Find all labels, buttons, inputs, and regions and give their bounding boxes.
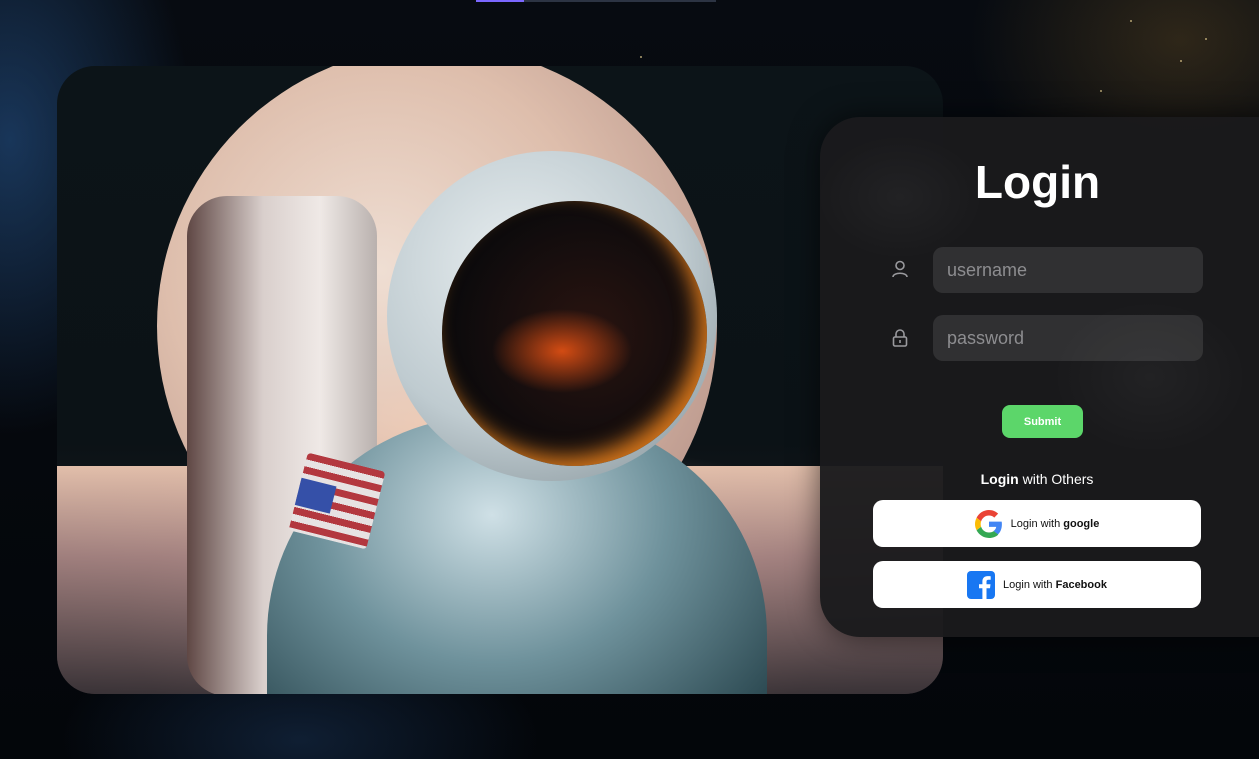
- google-login-provider: google: [1063, 517, 1100, 530]
- star: [640, 56, 642, 58]
- star: [1205, 38, 1207, 40]
- google-logo-icon: [974, 509, 1002, 538]
- google-login-label: Login with google: [1011, 518, 1100, 530]
- facebook-logo-icon: [967, 570, 996, 599]
- login-title: Login: [974, 156, 1101, 208]
- helmet-visor: [442, 201, 707, 466]
- login-with-others-label: Login with Others: [873, 471, 1201, 487]
- facebook-login-label: Login with Facebook: [1003, 579, 1107, 591]
- submit-button[interactable]: Submit: [1002, 405, 1083, 438]
- password-input[interactable]: [933, 315, 1203, 361]
- top-progress-bar: [476, 0, 716, 2]
- star: [1130, 20, 1132, 22]
- facebook-login-provider: Facebook: [1055, 578, 1107, 591]
- lock-icon: [892, 329, 908, 347]
- others-label-rest: with Others: [1018, 471, 1094, 487]
- user-icon: [892, 260, 908, 278]
- others-label-bold: Login: [980, 471, 1019, 487]
- google-login-button[interactable]: Login with google: [873, 500, 1201, 547]
- page-background: Login Submit Login with Others Login wit…: [0, 0, 1259, 759]
- star: [1100, 90, 1102, 92]
- username-input[interactable]: [933, 247, 1203, 293]
- astronaut-hero-image: [57, 66, 943, 694]
- facebook-login-button[interactable]: Login with Facebook: [873, 561, 1201, 608]
- facebook-login-prefix: Login with: [1003, 578, 1056, 591]
- star: [1180, 60, 1182, 62]
- login-panel: Login Submit Login with Others Login wit…: [820, 117, 1259, 637]
- google-login-prefix: Login with: [1010, 517, 1064, 530]
